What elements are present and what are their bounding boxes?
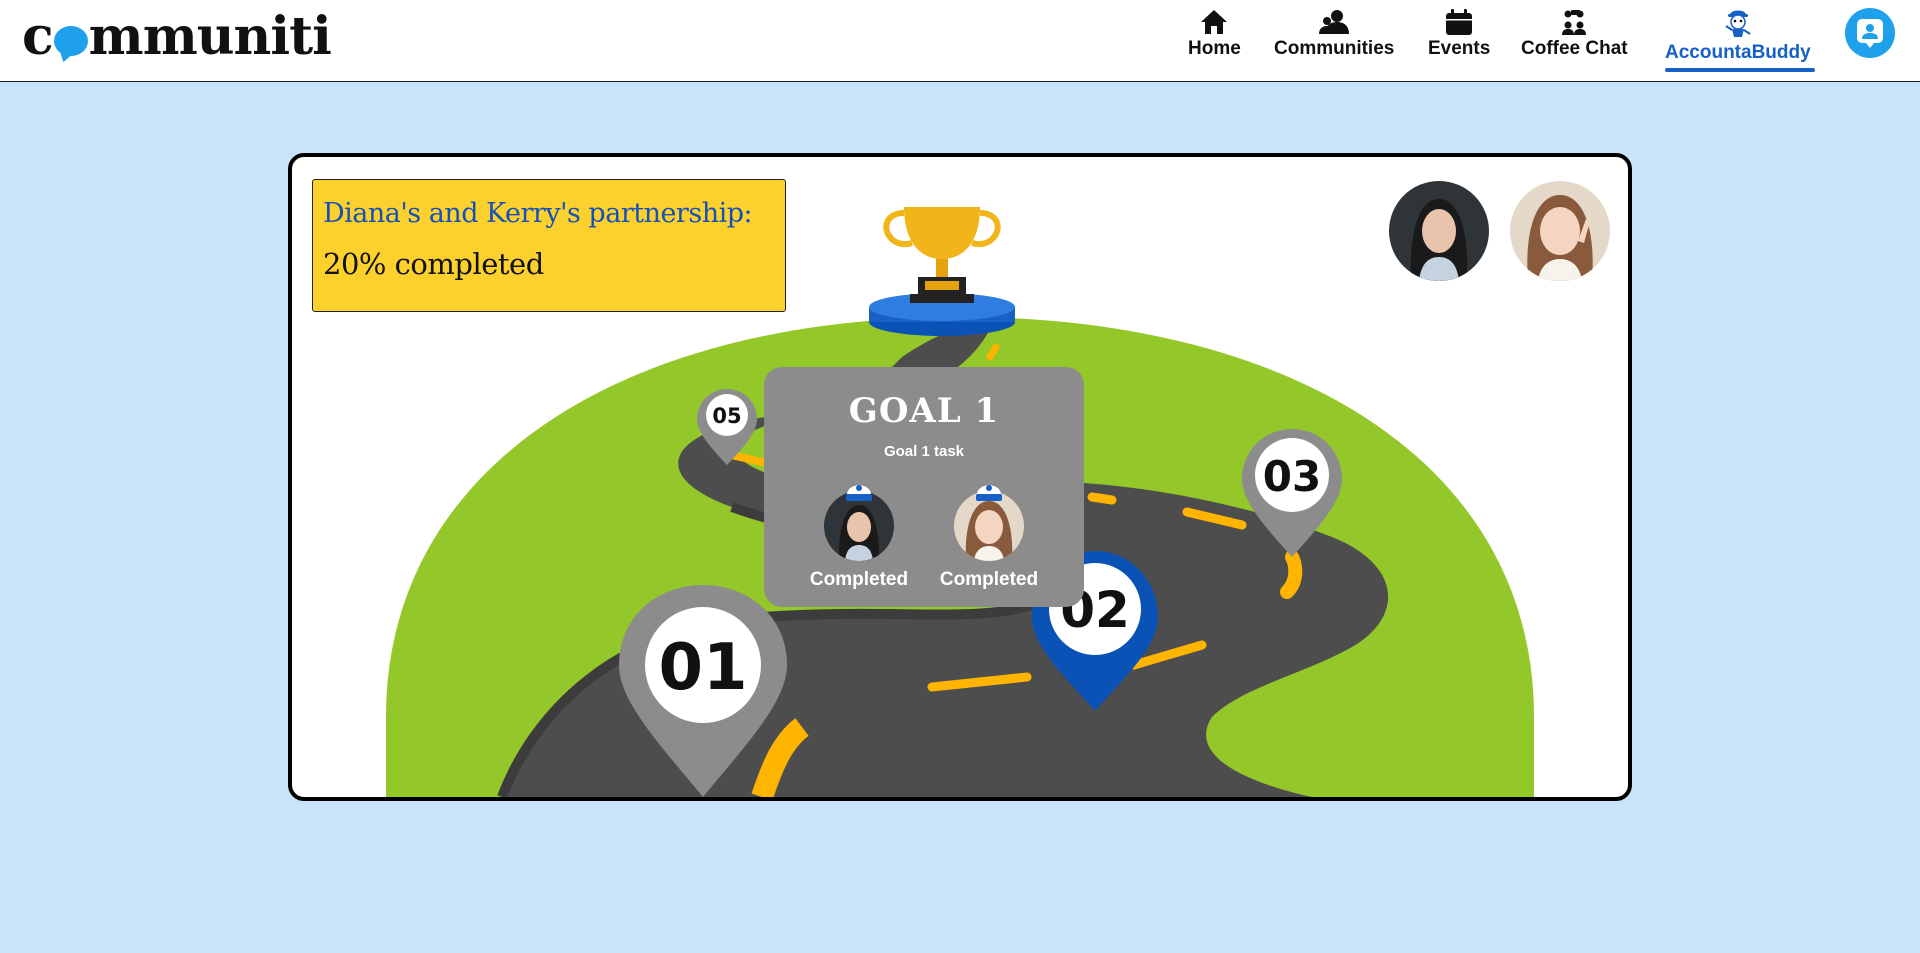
goal-member-kerry: Completed <box>934 477 1044 591</box>
nav-coffee-chat-label: Coffee Chat <box>1521 38 1628 59</box>
accountabuddy-mascot-icon <box>1725 10 1751 37</box>
nav-communities[interactable]: Communities <box>1274 8 1394 60</box>
profile-button[interactable] <box>1845 8 1895 58</box>
goal-title: GOAL 1 <box>848 391 1000 431</box>
calendar-icon <box>1446 9 1473 35</box>
nav-events[interactable]: Events <box>1428 8 1490 60</box>
nav-coffee-chat[interactable]: Coffee Chat <box>1521 8 1628 60</box>
logo-letter: c <box>22 6 54 67</box>
partnership-card: 01 02 03 05 Diana's and Kerry's partners… <box>288 153 1632 801</box>
nav-events-label: Events <box>1428 38 1491 59</box>
goal-member-diana: Completed <box>804 477 914 591</box>
communities-icon <box>1319 10 1350 34</box>
nav-home[interactable]: Home <box>1188 8 1241 60</box>
member-status-diana: Completed <box>809 569 909 590</box>
nav-communities-label: Communities <box>1274 38 1395 59</box>
partnership-progress: 20% completed <box>323 247 544 281</box>
communiti-logo[interactable]: c mmuniti <box>22 6 332 67</box>
avatar-kerry-image <box>1510 181 1610 281</box>
partnership-title: Diana's and Kerry's partnership: <box>323 198 753 229</box>
logo-text: mmuniti <box>88 6 332 67</box>
chat-bubble-icon <box>53 25 88 56</box>
nav-accountabuddy[interactable]: AccountaBuddy <box>1665 6 1811 64</box>
nav-home-label: Home <box>1188 38 1241 59</box>
avatar-diana[interactable] <box>1389 181 1489 281</box>
buddy-cap-icon <box>976 485 1002 501</box>
goal-popup: GOAL 1 Goal 1 task Completed Completed <box>764 367 1084 607</box>
milestone-label-01: 01 <box>658 631 747 705</box>
goal-task: Goal 1 task <box>883 443 965 460</box>
avatar-diana-image <box>1389 181 1489 281</box>
partnership-summary: Diana's and Kerry's partnership: 20% com… <box>312 179 786 312</box>
avatar-kerry[interactable] <box>1510 181 1610 281</box>
milestone-label-03: 03 <box>1263 452 1321 501</box>
trophy-icon <box>869 207 1015 336</box>
member-status-kerry: Completed <box>939 569 1039 590</box>
nav-accountabuddy-label: AccountaBuddy <box>1665 42 1811 63</box>
active-tab-indicator <box>1665 68 1815 72</box>
buddy-cap-icon <box>846 485 872 501</box>
home-icon <box>1201 10 1228 34</box>
top-navbar: c mmuniti Home Communities Events Coffee… <box>0 0 1920 82</box>
user-profile-icon <box>1857 19 1883 48</box>
coffee-chat-icon <box>1562 10 1587 35</box>
milestone-label-05: 05 <box>712 404 741 428</box>
